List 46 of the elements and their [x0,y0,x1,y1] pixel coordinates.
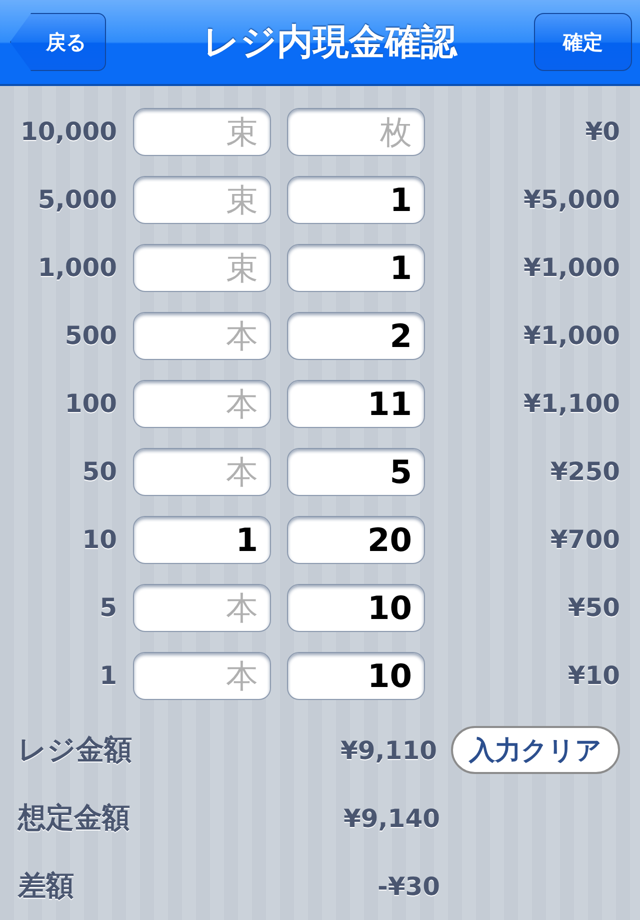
count-field[interactable]: 20 [287,516,425,564]
denomination-label: 10 [81,524,117,556]
denomination-label: 500 [64,320,117,352]
amount-text: ¥5,000 [522,184,620,216]
count-field[interactable]: 10 [287,584,425,632]
denomination-label: 50 [81,456,117,488]
bundle-field[interactable]: 本 [133,448,271,496]
count-field[interactable]: 10 [287,652,425,700]
summary-value: ¥9,140 [342,804,440,832]
denomination-label: 10,000 [20,116,117,148]
bundle-field[interactable]: 本 [133,312,271,360]
amount-text: ¥50 [566,592,620,624]
clear-input-button[interactable]: 入力クリア [451,726,620,774]
summary-value: ¥9,110 [340,736,437,764]
summary-label: レジ金額 [17,732,133,768]
count-field[interactable]: 11 [287,380,425,428]
summary-value: -¥30 [376,872,440,900]
bundle-field[interactable]: 本 [133,584,271,632]
screen-title: レジ内現金確認 [203,20,457,64]
bundle-field[interactable]: 1 [133,516,271,564]
bundle-field[interactable]: 本 [133,380,271,428]
count-field[interactable]: 1 [287,176,425,224]
count-field[interactable]: 1 [287,244,425,292]
amount-text: ¥0 [584,116,620,148]
denomination-label: 1,000 [36,252,117,284]
bundle-field[interactable]: 束 [133,108,271,156]
amount-text: ¥250 [549,456,620,488]
back-button[interactable]: 戻る [10,13,106,71]
denomination-label: 5 [98,592,117,624]
amount-text: ¥1,000 [522,252,620,284]
amount-text: ¥1,000 [522,320,620,352]
count-field[interactable]: 2 [287,312,425,360]
amount-text: ¥10 [566,660,620,692]
amount-text: ¥1,100 [522,388,620,420]
denomination-label: 5,000 [36,184,117,216]
count-field[interactable]: 5 [287,448,425,496]
bundle-field[interactable]: 束 [133,244,271,292]
denomination-label: 100 [64,388,117,420]
summary-label: 想定金額 [16,800,131,836]
summary-label: 差額 [16,868,75,904]
amount-text: ¥700 [549,524,620,556]
bundle-field[interactable]: 束 [133,176,271,224]
confirm-button[interactable]: 確定 [534,13,632,71]
count-field[interactable]: 枚 [287,108,425,156]
denomination-label: 1 [98,660,117,692]
bundle-field[interactable]: 本 [133,652,271,700]
